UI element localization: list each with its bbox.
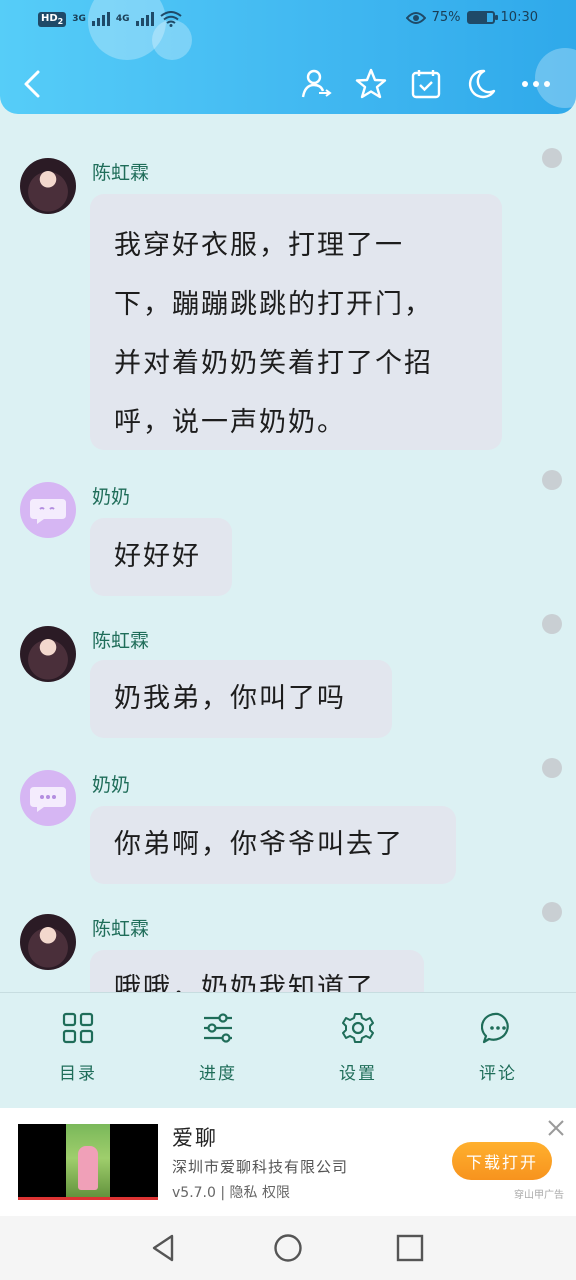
tab-settings[interactable]: 设置 xyxy=(308,1011,408,1084)
back-icon xyxy=(24,70,40,98)
star-icon xyxy=(355,68,387,99)
message-line: 我穿好衣服，打理了一 xyxy=(114,230,404,261)
message-line: 你弟啊，你爷爷叫去了 xyxy=(114,829,404,860)
tab-label: 设置 xyxy=(339,1064,377,1084)
chat-bubble-icon xyxy=(481,1012,509,1044)
avatar[interactable] xyxy=(20,914,76,970)
moon-icon xyxy=(468,69,496,99)
message-line: 好好好 xyxy=(114,541,201,572)
ad-progress-bar xyxy=(18,1197,158,1200)
tab-label: 进度 xyxy=(199,1064,237,1084)
back-button[interactable] xyxy=(18,66,50,102)
user-switch-button[interactable] xyxy=(296,64,336,104)
ad-app-name: 爱聊 xyxy=(172,1126,218,1150)
chat-face-icon xyxy=(30,787,66,812)
message-bubble[interactable]: 好好好 xyxy=(90,518,232,596)
message-bubble[interactable]: 我穿好衣服，打理了一 下，蹦蹦跳跳的打开门， 并对着奶奶笑着打了个招 呼，说一声… xyxy=(90,194,502,450)
avatar[interactable] xyxy=(20,626,76,682)
message-line: 并对着奶奶笑着打了个招 xyxy=(114,348,433,379)
ad-company: 深圳市爱聊科技有限公司 xyxy=(172,1158,349,1176)
status-dot xyxy=(542,614,562,634)
ad-close-button[interactable] xyxy=(546,1118,566,1138)
battery-fill xyxy=(468,13,487,22)
network-label-2: 4G xyxy=(115,14,130,24)
sliders-icon xyxy=(204,1013,232,1043)
sender-name: 奶奶 xyxy=(92,486,131,508)
top-bar: HD2 3G 4G 75% 10:30 xyxy=(0,0,576,114)
night-mode-button[interactable] xyxy=(461,64,501,104)
nav-recents-button[interactable] xyxy=(394,1232,426,1264)
message-bubble[interactable]: 你弟啊，你爷爷叫去了 xyxy=(90,806,456,884)
status-dot xyxy=(542,758,562,778)
nav-home-button[interactable] xyxy=(272,1232,304,1264)
avatar[interactable] xyxy=(20,482,76,538)
ad-video-thumbnail[interactable] xyxy=(18,1124,158,1200)
message-line: 奶我弟，你叫了吗 xyxy=(114,683,346,714)
calendar-check-icon xyxy=(411,70,441,99)
message-bubble[interactable]: 奶我弟，你叫了吗 xyxy=(90,660,392,738)
clock: 10:30 xyxy=(500,10,538,25)
status-dot xyxy=(542,148,562,168)
avatar[interactable] xyxy=(20,158,76,214)
close-icon xyxy=(548,1120,564,1136)
gear-icon xyxy=(342,1013,374,1043)
wifi-icon xyxy=(159,11,182,27)
chat-face-icon xyxy=(30,499,66,524)
user-switch-icon xyxy=(301,69,332,98)
ad-banner[interactable]: 爱聊 深圳市爱聊科技有限公司 v5.7.0 | 隐私 权限 下载打开 穿山甲广告 xyxy=(0,1108,576,1216)
tab-label: 评论 xyxy=(479,1064,517,1084)
message-line: 下，蹦蹦跳跳的打开门， xyxy=(114,289,433,320)
tab-progress[interactable]: 进度 xyxy=(168,1011,268,1084)
sender-name: 奶奶 xyxy=(92,774,131,796)
tab-catalog[interactable]: 目录 xyxy=(28,1011,128,1084)
sender-name: 陈虹霖 xyxy=(92,630,150,652)
sender-name: 陈虹霖 xyxy=(92,162,150,184)
bottom-toolbar: 目录 进度 设置 评论 xyxy=(0,992,576,1108)
status-dot xyxy=(542,470,562,490)
battery-icon xyxy=(466,11,498,24)
system-nav-bar xyxy=(0,1216,576,1280)
tab-label: 目录 xyxy=(59,1064,97,1084)
status-dot xyxy=(542,902,562,922)
signal-icon xyxy=(135,12,154,26)
download-open-button[interactable]: 下载打开 xyxy=(452,1142,552,1180)
battery-percent: 75% xyxy=(431,10,461,25)
more-icon xyxy=(522,81,550,87)
chat-area[interactable]: 陈虹霖 我穿好衣服，打理了一 下，蹦蹦跳跳的打开门， 并对着奶奶笑着打了个招 呼… xyxy=(0,114,576,992)
message-line: 呼，说一声奶奶。 xyxy=(114,407,346,438)
favorite-button[interactable] xyxy=(351,64,391,104)
ad-source-label: 穿山甲广告 xyxy=(514,1190,564,1201)
avatar[interactable] xyxy=(20,770,76,826)
signal-icon xyxy=(91,12,110,26)
circle-home-icon xyxy=(274,1234,302,1262)
message-bubble[interactable]: 哦哦，奶奶我知道了 xyxy=(90,950,424,992)
status-bar: HD2 3G 4G 75% 10:30 xyxy=(0,0,576,40)
message-line: 哦哦，奶奶我知道了 xyxy=(114,973,375,992)
check-in-button[interactable] xyxy=(406,64,446,104)
nav-back-button[interactable] xyxy=(148,1232,180,1264)
ad-person xyxy=(78,1146,98,1190)
eye-icon xyxy=(405,11,426,24)
tab-comments[interactable]: 评论 xyxy=(448,1011,548,1084)
sender-name: 陈虹霖 xyxy=(92,918,150,940)
hd-badge: HD2 xyxy=(38,11,67,27)
square-recents-icon xyxy=(396,1234,424,1262)
grid-icon xyxy=(62,1012,94,1044)
network-label-1: 3G xyxy=(72,14,86,24)
more-button[interactable] xyxy=(516,64,556,104)
triangle-back-icon xyxy=(152,1234,174,1262)
ad-meta-links[interactable]: v5.7.0 | 隐私 权限 xyxy=(172,1182,290,1202)
